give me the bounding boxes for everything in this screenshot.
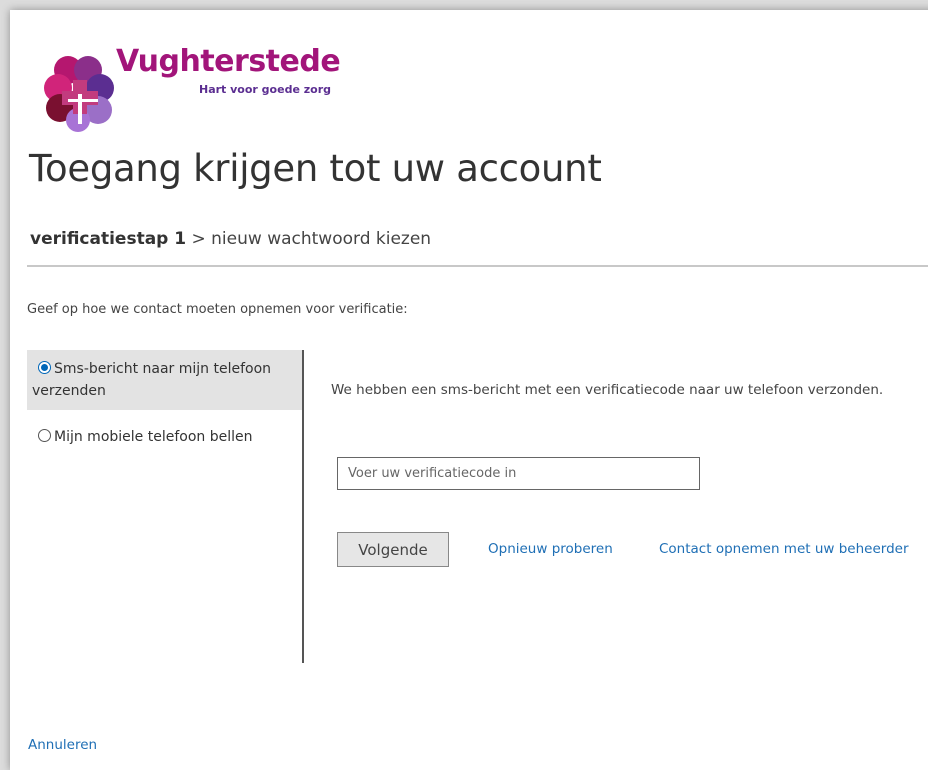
- page-title: Toegang krijgen tot uw account: [29, 147, 602, 190]
- instruction-text: Geef op hoe we contact moeten opnemen vo…: [27, 302, 408, 317]
- verification-method-list: Sms-bericht naar mijn telefoon verzenden…: [27, 350, 302, 456]
- brand-tagline: Hart voor goede zorg: [199, 83, 331, 96]
- breadcrumb-current-step: verificatiestap 1: [30, 229, 187, 249]
- divider: [27, 265, 928, 267]
- retry-link[interactable]: Opnieuw proberen: [488, 541, 613, 557]
- radio-unselected-icon[interactable]: [38, 429, 51, 442]
- next-button[interactable]: Volgende: [337, 532, 449, 567]
- breadcrumb: verificatiestap 1 > nieuw wachtwoord kie…: [30, 229, 431, 249]
- panel-divider: [302, 350, 304, 663]
- brand-name: Vughterstede: [116, 44, 341, 79]
- radio-selected-icon[interactable]: [38, 361, 51, 374]
- option-call[interactable]: Mijn mobiele telefoon bellen: [27, 418, 302, 456]
- sms-sent-message: We hebben een sms-bericht met een verifi…: [331, 382, 884, 398]
- breadcrumb-next-step: nieuw wachtwoord kiezen: [211, 229, 432, 249]
- page-frame: Vughterstede Hart voor goede zorg Toegan…: [10, 10, 928, 770]
- cancel-link[interactable]: Annuleren: [28, 737, 97, 753]
- option-call-label: Mijn mobiele telefoon bellen: [54, 429, 253, 445]
- option-sms-label: Sms-bericht naar mijn telefoon verzenden: [32, 361, 272, 399]
- option-sms[interactable]: Sms-bericht naar mijn telefoon verzenden: [27, 350, 302, 410]
- vughterstede-logo-icon: [44, 56, 114, 132]
- breadcrumb-separator: >: [191, 229, 206, 249]
- contact-admin-link[interactable]: Contact opnemen met uw beheerder: [659, 541, 909, 557]
- verification-code-input[interactable]: [337, 457, 700, 490]
